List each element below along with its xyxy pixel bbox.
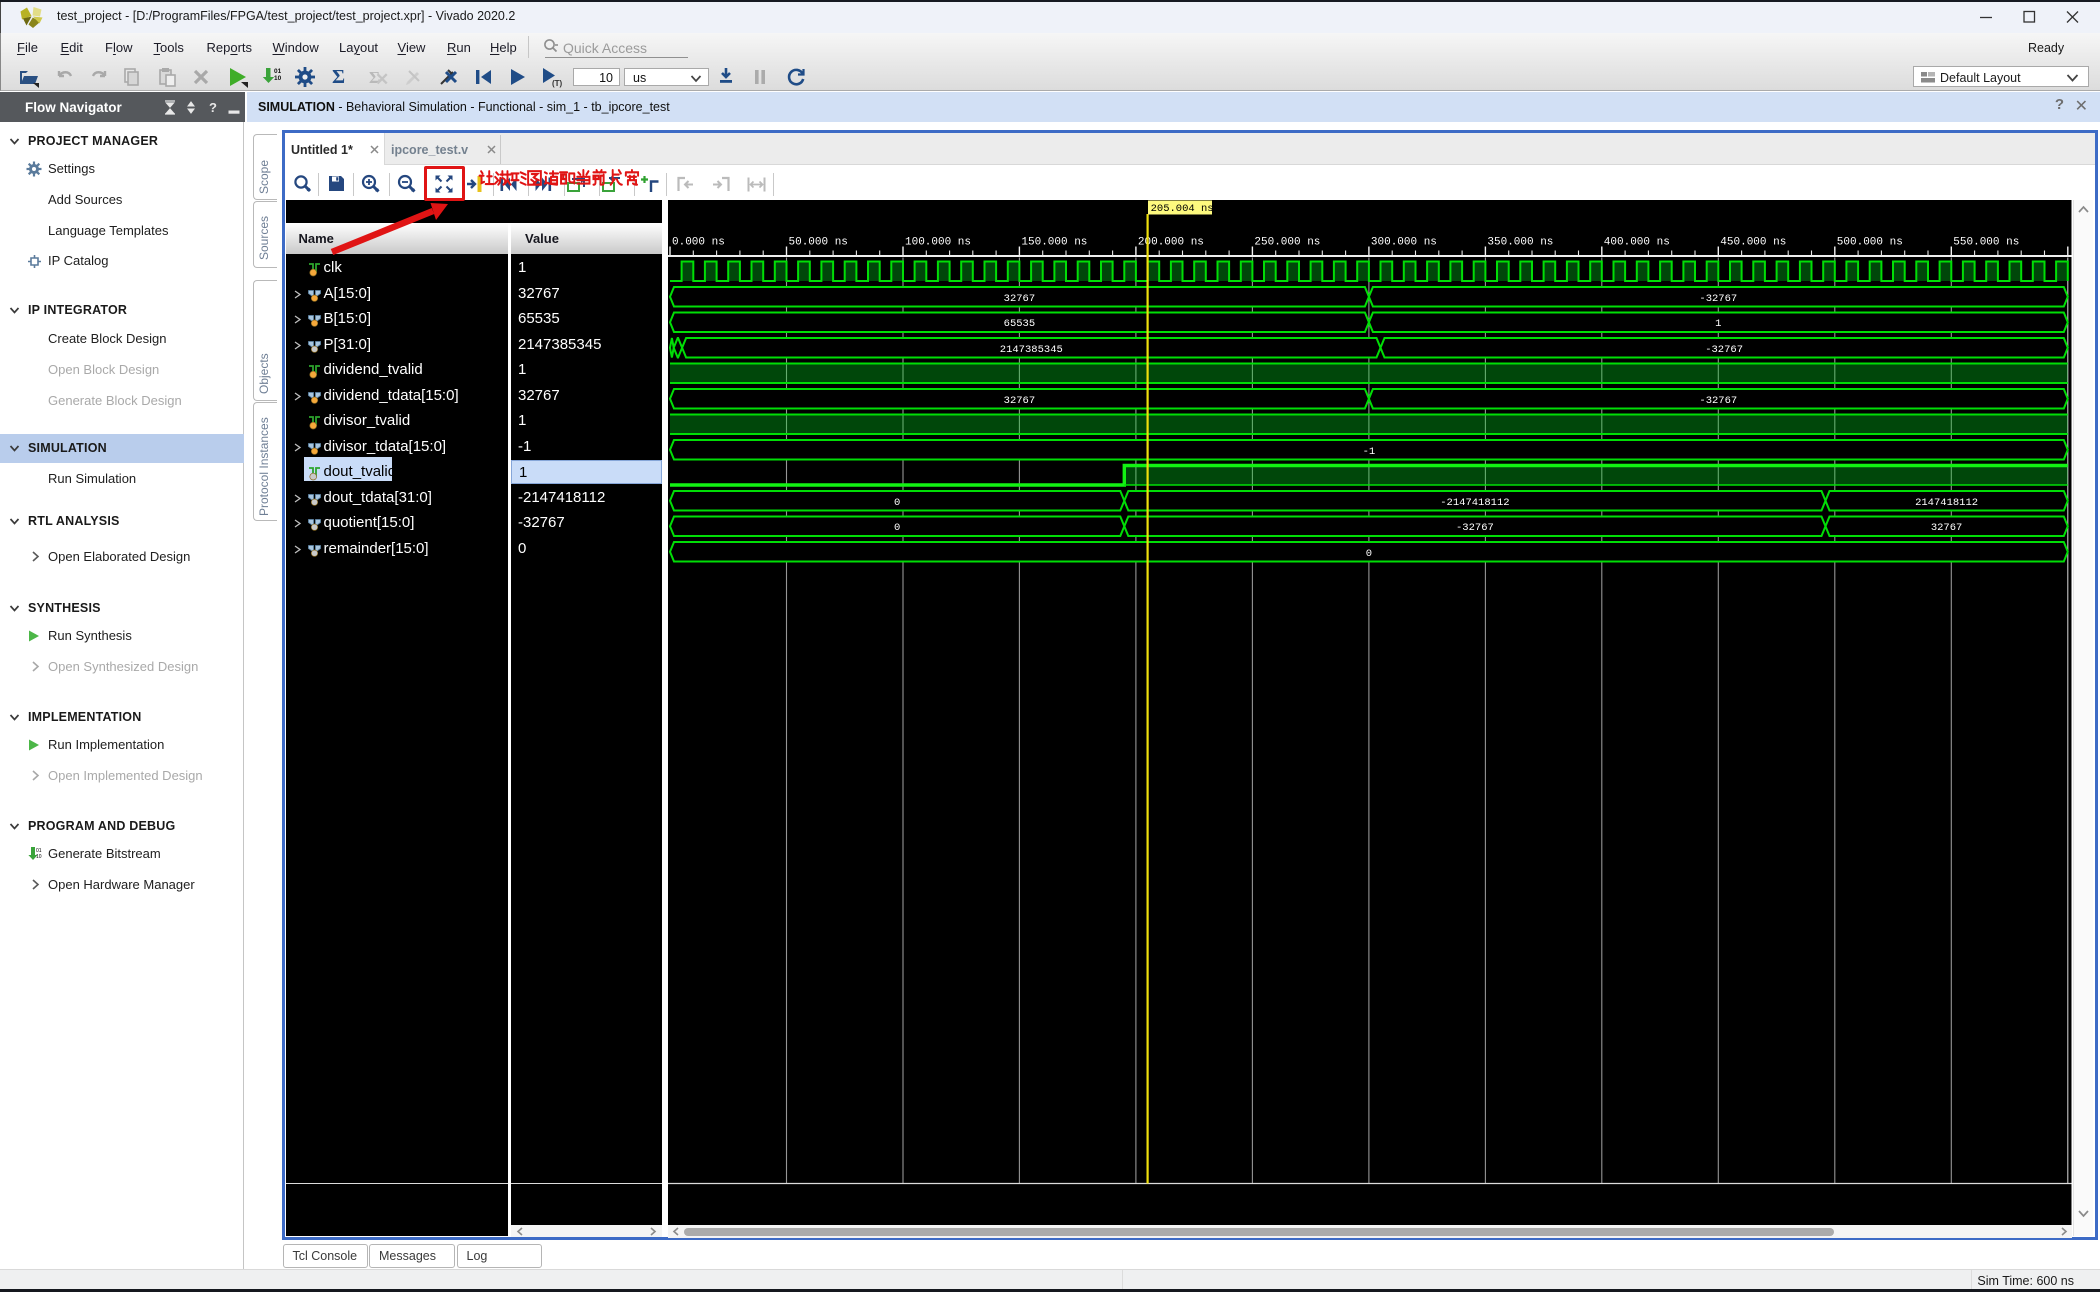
svg-text:01: 01 — [274, 68, 281, 75]
svg-text:-2147418112: -2147418112 — [1440, 496, 1509, 508]
svg-text:10: 10 — [274, 75, 281, 82]
svg-text:0: 0 — [1366, 547, 1372, 559]
svg-text:32767: 32767 — [1004, 292, 1036, 304]
svg-text:450.000 ns: 450.000 ns — [1720, 236, 1786, 248]
svg-text:300.000 ns: 300.000 ns — [1371, 236, 1437, 248]
svg-text:32767: 32767 — [1931, 522, 1963, 534]
svg-text:-32767: -32767 — [1705, 343, 1743, 355]
svg-text:250.000 ns: 250.000 ns — [1254, 236, 1320, 248]
svg-text:500.000 ns: 500.000 ns — [1837, 236, 1903, 248]
svg-text:550.000 ns: 550.000 ns — [1953, 236, 2019, 248]
svg-text:2147385345: 2147385345 — [1000, 343, 1063, 355]
svg-text:400.000 ns: 400.000 ns — [1604, 236, 1670, 248]
svg-text:150.000 ns: 150.000 ns — [1021, 236, 1087, 248]
svg-text:10: 10 — [36, 854, 42, 860]
svg-text:0.000 ns: 0.000 ns — [672, 236, 725, 248]
svg-text:100.000 ns: 100.000 ns — [905, 236, 971, 248]
svg-text:1: 1 — [1715, 318, 1721, 330]
svg-text:32767: 32767 — [1004, 394, 1036, 406]
svg-text:-32767: -32767 — [1456, 522, 1494, 534]
svg-text:-1: -1 — [1363, 445, 1376, 457]
svg-text:50.000 ns: 50.000 ns — [789, 236, 848, 248]
svg-text:-32767: -32767 — [1699, 394, 1737, 406]
svg-text:0: 0 — [894, 522, 900, 534]
svg-text:-32767: -32767 — [1699, 292, 1737, 304]
svg-text:65535: 65535 — [1004, 318, 1036, 330]
svg-text:0: 0 — [894, 496, 900, 508]
svg-text:205.004 ns: 205.004 ns — [1151, 203, 1214, 215]
svg-text:350.000 ns: 350.000 ns — [1487, 236, 1553, 248]
svg-text:(T): (T) — [552, 79, 563, 88]
svg-text:?: ? — [209, 100, 217, 115]
svg-text:2147418112: 2147418112 — [1915, 496, 1978, 508]
